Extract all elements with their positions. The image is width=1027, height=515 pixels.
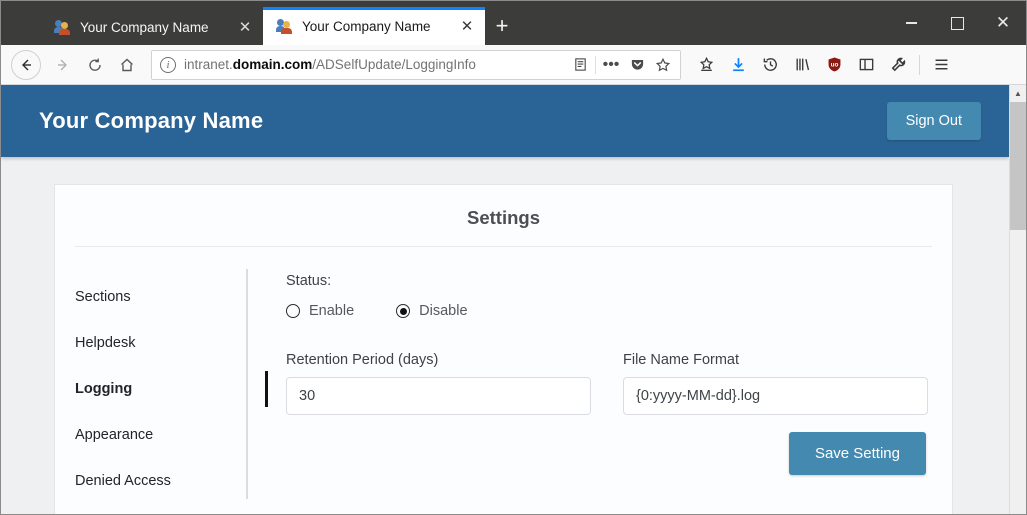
navigation-toolbar: i intranet.domain.com/ADSelfUpdate/Loggi… <box>1 45 1026 85</box>
page-actions-icon[interactable]: ••• <box>598 52 624 78</box>
developer-tools-icon[interactable] <box>883 50 913 80</box>
status-label: Status: <box>286 273 332 289</box>
sidebar-item-denied-access[interactable]: Denied Access <box>75 463 248 499</box>
app-menu-icon[interactable] <box>926 50 956 80</box>
retention-period-field: Retention Period (days) <box>286 352 591 415</box>
retention-period-label: Retention Period (days) <box>286 352 439 368</box>
settings-body: Sections Helpdesk Logging Appearance Den… <box>55 247 952 509</box>
page-viewport: Your Company Name Sign Out Settings Sect… <box>1 85 1026 514</box>
radio-circle-disable[interactable] <box>396 304 411 318</box>
pocket-icon[interactable] <box>624 52 650 78</box>
save-to-pocket-icon[interactable] <box>691 50 721 80</box>
titlebar: Your Company Name ✕ Your Company Name ✕ … <box>1 1 1026 45</box>
scroll-up-icon[interactable]: ▲ <box>1010 85 1026 102</box>
status-radio-group: Enable Disable <box>286 303 928 319</box>
radio-option-enable[interactable]: Enable <box>286 303 354 319</box>
sidebar-item-appearance[interactable]: Appearance <box>75 417 248 453</box>
forward-icon[interactable] <box>47 50 79 80</box>
close-icon[interactable]: ✕ <box>235 17 255 37</box>
browser-tab-2[interactable]: Your Company Name ✕ <box>263 7 485 45</box>
close-icon[interactable]: ✕ <box>980 1 1026 45</box>
toolbar-icons: uo <box>691 50 956 80</box>
settings-sidebar: Sections Helpdesk Logging Appearance Den… <box>55 269 268 509</box>
history-icon[interactable] <box>755 50 785 80</box>
tab-strip: Your Company Name ✕ Your Company Name ✕ … <box>1 1 519 45</box>
page-scrollbar[interactable]: ▲ <box>1009 85 1026 514</box>
file-name-format-field: File Name Format <box>623 352 928 415</box>
browser-window: Your Company Name ✕ Your Company Name ✕ … <box>0 0 1027 515</box>
minimize-icon[interactable] <box>888 1 934 45</box>
scrollbar-thumb[interactable] <box>1010 102 1026 230</box>
scrollbar-track[interactable] <box>1010 230 1026 514</box>
new-tab-button[interactable]: + <box>485 9 519 45</box>
people-icon <box>276 18 293 34</box>
site-header: Your Company Name Sign Out <box>1 85 1009 157</box>
site-info-icon[interactable]: i <box>160 56 176 73</box>
bookmark-star-icon[interactable] <box>650 52 676 78</box>
radio-label-disable: Disable <box>419 303 468 319</box>
site-brand: Your Company Name <box>39 108 264 133</box>
radio-option-disable[interactable]: Disable <box>396 303 468 319</box>
url-text: intranet.domain.com/ADSelfUpdate/Logging… <box>184 57 567 72</box>
settings-fields-row: Retention Period (days) File Name Format <box>286 352 928 415</box>
browser-tab-1[interactable]: Your Company Name ✕ <box>41 9 263 45</box>
save-row: Save Setting <box>286 432 928 475</box>
web-page: Your Company Name Sign Out Settings Sect… <box>1 85 1009 514</box>
svg-text:uo: uo <box>830 62 838 69</box>
maximize-icon[interactable] <box>934 1 980 45</box>
sign-out-button[interactable]: Sign Out <box>886 102 981 140</box>
tab-title: Your Company Name <box>302 18 431 34</box>
settings-content: Status: Enable Disable Retention Period … <box>248 269 952 509</box>
file-name-format-input[interactable] <box>623 377 928 415</box>
tab-title: Your Company Name <box>80 19 209 35</box>
radio-circle-enable[interactable] <box>286 304 300 318</box>
window-controls: ✕ <box>888 1 1026 45</box>
url-bar[interactable]: i intranet.domain.com/ADSelfUpdate/Loggi… <box>151 49 681 80</box>
url-domain: domain.com <box>232 57 313 72</box>
sidebar-item-logging[interactable]: Logging <box>75 371 268 407</box>
page-title: Settings <box>75 185 932 247</box>
library-icon[interactable] <box>787 50 817 80</box>
sidebar-item-sections[interactable]: Sections <box>75 279 248 315</box>
back-icon[interactable] <box>11 49 41 80</box>
downloads-icon[interactable] <box>723 50 753 80</box>
home-icon[interactable] <box>111 50 143 80</box>
save-setting-button[interactable]: Save Setting <box>788 432 926 475</box>
settings-card: Settings Sections Helpdesk Logging Appea… <box>54 184 953 514</box>
file-name-format-label: File Name Format <box>623 352 740 368</box>
url-path: /ADSelfUpdate/LoggingInfo <box>312 57 476 72</box>
retention-period-input[interactable] <box>286 377 591 415</box>
people-icon <box>54 19 71 35</box>
reader-view-icon[interactable] <box>567 52 593 78</box>
sidebar-item-helpdesk[interactable]: Helpdesk <box>75 325 248 361</box>
sidebar-icon[interactable] <box>851 50 881 80</box>
radio-label-enable: Enable <box>309 303 355 319</box>
url-prefix: intranet. <box>184 57 233 72</box>
close-icon[interactable]: ✕ <box>457 16 477 36</box>
reload-icon[interactable] <box>79 50 111 80</box>
ublock-origin-icon[interactable]: uo <box>819 50 849 80</box>
